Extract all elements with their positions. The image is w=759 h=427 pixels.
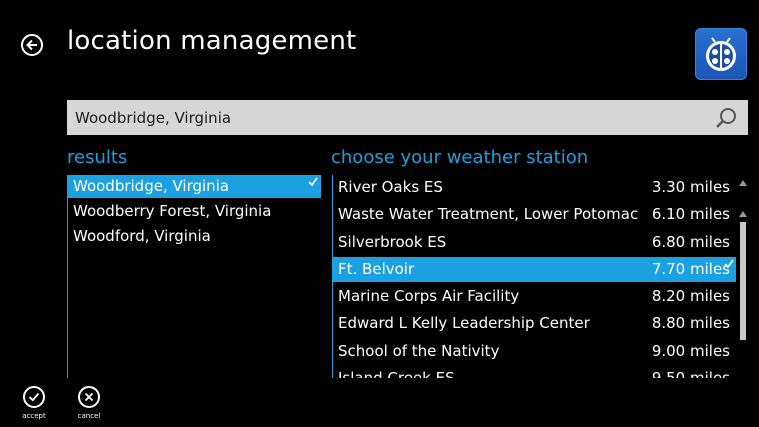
accept-button[interactable]: accept [14, 386, 54, 421]
page-title: location management [67, 26, 357, 56]
back-button[interactable] [21, 34, 43, 56]
station-name: Edward L Kelly Leadership Center [338, 314, 590, 333]
station-distance: 8.80 miles [651, 314, 730, 333]
station-row[interactable]: Marine Corps Air Facility 8.20 miles [333, 284, 736, 309]
result-item-label: Woodbridge, Virginia [73, 177, 230, 195]
station-distance: 9.00 miles [651, 341, 730, 360]
station-distance: 3.30 miles [651, 178, 730, 196]
station-name: Silverbrook ES [338, 232, 447, 251]
stations-list: River Oaks ES 3.30 miles Waste Water Tre… [332, 175, 736, 378]
scrollbar-thumb[interactable] [740, 222, 746, 340]
station-name: Island Creek ES [338, 366, 455, 378]
results-list: Woodbridge, Virginia Woodberry Forest, V… [67, 175, 321, 378]
station-distance: 7.70 miles [651, 259, 730, 278]
cancel-label: cancel [77, 412, 101, 420]
scroll-down-arrow-icon[interactable] [739, 209, 747, 219]
result-item[interactable]: Woodford, Virginia [68, 225, 321, 248]
ladybug-logo-icon [706, 37, 736, 71]
station-distance: 8.20 miles [651, 287, 730, 306]
result-item[interactable]: Woodberry Forest, Virginia [68, 200, 321, 223]
accept-label: accept [22, 412, 46, 420]
search-input[interactable] [67, 100, 697, 135]
check-icon [724, 259, 734, 269]
scroll-up-arrow-icon[interactable] [739, 178, 747, 188]
result-item-label: Woodford, Virginia [73, 227, 211, 245]
station-row[interactable]: Island Creek ES 9.50 miles [333, 366, 736, 378]
station-distance: 6.10 miles [651, 205, 730, 224]
back-arrow-icon [26, 39, 37, 51]
station-row[interactable]: River Oaks ES 3.30 miles [333, 175, 736, 200]
station-name: Ft. Belvoir [338, 259, 415, 278]
results-heading: results [67, 147, 128, 168]
station-row[interactable]: School of the Nativity 9.00 miles [333, 339, 736, 364]
stations-heading: choose your weather station [331, 147, 589, 168]
check-circle-icon [23, 386, 45, 408]
result-item[interactable]: Woodbridge, Virginia [68, 175, 321, 198]
search-box [67, 100, 748, 135]
station-distance: 6.80 miles [651, 232, 730, 251]
station-row-selected[interactable]: Ft. Belvoir 7.70 miles [333, 256, 736, 282]
station-name: School of the Nativity [338, 341, 500, 360]
station-distance: 9.50 miles [652, 366, 730, 378]
station-name: River Oaks ES [338, 178, 443, 196]
station-row[interactable]: Waste Water Treatment, Lower Potomac 6.1… [333, 202, 736, 227]
search-button[interactable] [714, 106, 738, 130]
check-icon [308, 177, 318, 187]
cancel-button[interactable]: cancel [69, 386, 109, 421]
stations-scrollbar[interactable] [739, 176, 747, 378]
station-row[interactable]: Silverbrook ES 6.80 miles [333, 230, 736, 255]
station-name: Waste Water Treatment, Lower Potomac [338, 205, 639, 224]
app-logo [695, 28, 747, 80]
station-row[interactable]: Edward L Kelly Leadership Center 8.80 mi… [333, 311, 736, 336]
station-name: Marine Corps Air Facility [338, 287, 520, 306]
close-circle-icon [78, 386, 100, 408]
search-icon [716, 108, 736, 128]
result-item-label: Woodberry Forest, Virginia [73, 202, 272, 220]
